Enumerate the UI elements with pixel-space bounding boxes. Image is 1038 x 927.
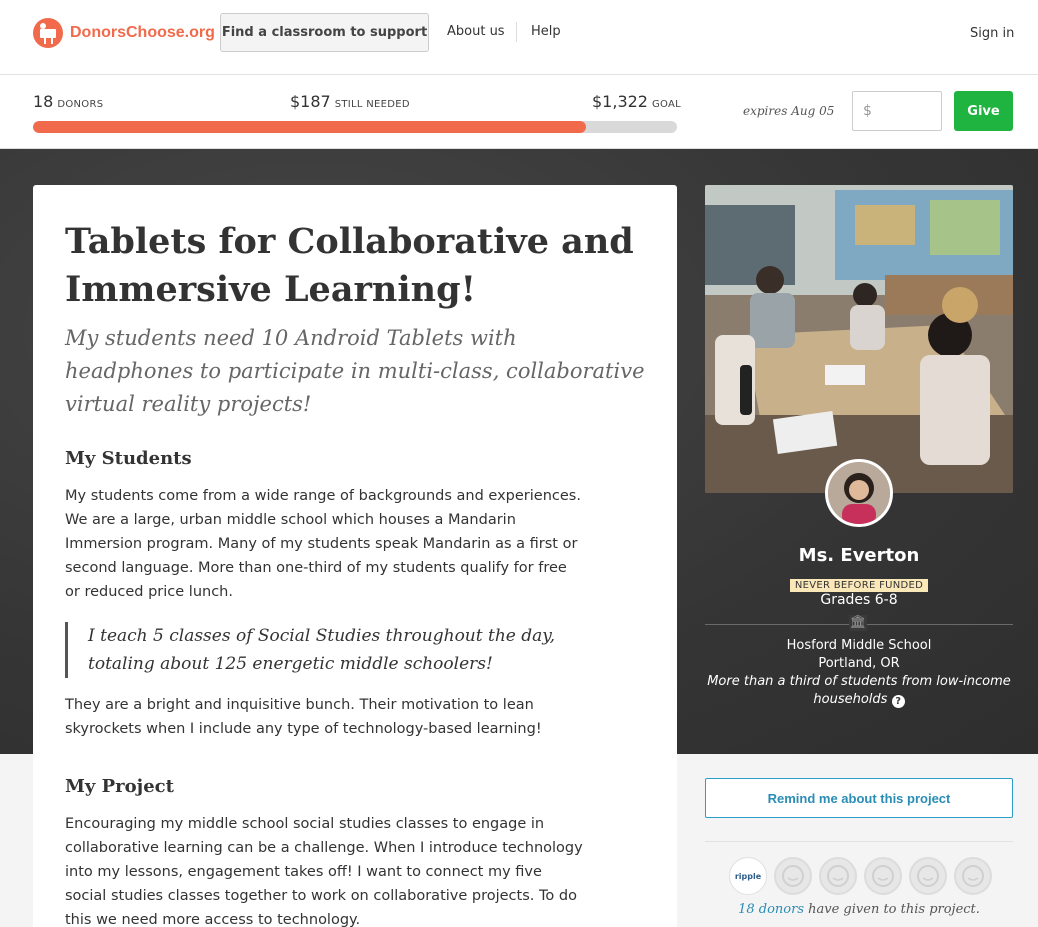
classroom-photo xyxy=(705,185,1013,493)
school-icon: 🏛 xyxy=(849,615,867,631)
goal-stat: $1,322 GOAL xyxy=(592,92,681,111)
nav-help-link[interactable]: Help xyxy=(531,24,561,39)
donors-summary: 18 donors have given to this project. xyxy=(705,902,1013,917)
school-name[interactable]: Hosford Middle School xyxy=(705,637,1013,655)
donors-link[interactable]: 18 donors xyxy=(738,902,804,917)
poverty-text: More than a third of students from low-i… xyxy=(707,674,1011,707)
project-card: Tablets for Collaborative and Immersive … xyxy=(33,185,677,927)
ripple-label: ripple xyxy=(734,871,762,881)
donors-label: DONORS xyxy=(57,99,104,110)
nav-about-link[interactable]: About us xyxy=(447,24,505,39)
needed-amount: $187 xyxy=(290,92,331,111)
remind-me-button[interactable]: Remind me about this project xyxy=(705,778,1013,818)
goal-amount: $1,322 xyxy=(592,92,648,111)
nav-divider xyxy=(516,22,517,42)
donors-suffix: have given to this project. xyxy=(804,902,980,917)
donor-avatar-icon[interactable] xyxy=(909,857,947,895)
find-classroom-button[interactable]: Find a classroom to support xyxy=(220,13,429,52)
teacher-avatar[interactable] xyxy=(825,459,893,527)
funding-bar: 18 DONORS $187 STILL NEEDED $1,322 GOAL … xyxy=(0,75,1038,149)
my-students-paragraph: My students come from a wide range of ba… xyxy=(65,488,581,600)
school-location: Portland, OR xyxy=(818,656,900,671)
give-button[interactable]: Give xyxy=(954,91,1013,131)
classroom-photo-image xyxy=(705,185,1013,493)
donor-avatar-icon[interactable] xyxy=(954,857,992,895)
donor-face-icon xyxy=(917,865,939,887)
teacher-quote: I teach 5 classes of Social Studies thro… xyxy=(65,622,585,678)
donor-avatar-icon[interactable] xyxy=(864,857,902,895)
donor-face-icon xyxy=(872,865,894,887)
my-students-paragraph-2: They are a bright and inquisitive bunch.… xyxy=(65,697,542,737)
ripple-logo-icon[interactable]: ripple xyxy=(729,857,767,895)
badge-container: NEVER BEFORE FUNDED xyxy=(705,573,1013,592)
expiration-text: expires Aug 05 xyxy=(743,104,835,118)
donor-avatars: ripple xyxy=(729,857,992,895)
funding-progress-bar xyxy=(33,121,677,133)
site-header: DonorsChoose.org Find a classroom to sup… xyxy=(0,0,1038,75)
help-icon[interactable]: ? xyxy=(891,695,905,708)
never-funded-badge: NEVER BEFORE FUNDED xyxy=(789,579,929,592)
donor-face-icon xyxy=(782,865,804,887)
funding-progress-fill xyxy=(33,121,587,133)
project-subtitle: My students need 10 Android Tablets with… xyxy=(65,326,645,416)
my-project-paragraph: Encouraging my middle school social stud… xyxy=(65,816,583,927)
sign-in-link[interactable]: Sign in xyxy=(970,26,1014,41)
donation-amount-input[interactable] xyxy=(852,91,942,131)
poverty-level: More than a third of students from low-i… xyxy=(705,673,1013,709)
donor-avatar-icon[interactable] xyxy=(774,857,812,895)
teacher-avatar-image xyxy=(828,462,890,524)
my-project-heading: My Project xyxy=(65,776,174,797)
goal-label: GOAL xyxy=(651,99,682,110)
donors-stat: 18 DONORS xyxy=(33,92,103,111)
needed-label: STILL NEEDED xyxy=(334,99,410,110)
logo-text: DonorsChoose.org xyxy=(70,24,215,41)
donor-face-icon xyxy=(827,865,849,887)
grade-level: Grades 6-8 xyxy=(820,592,898,608)
donors-count: 18 xyxy=(33,92,54,111)
my-students-heading: My Students xyxy=(65,448,192,469)
logo[interactable]: DonorsChoose.org xyxy=(32,16,215,50)
logo-icon xyxy=(33,18,63,48)
needed-stat: $187 STILL NEEDED xyxy=(290,92,410,111)
sidebar-divider xyxy=(705,841,1013,842)
teacher-name[interactable]: Ms. Everton xyxy=(705,545,1013,566)
project-title: Tablets for Collaborative and Immersive … xyxy=(65,221,634,310)
donor-avatar-icon[interactable] xyxy=(819,857,857,895)
school-info: Hosford Middle School Portland, OR xyxy=(705,637,1013,673)
donor-face-icon xyxy=(962,865,984,887)
